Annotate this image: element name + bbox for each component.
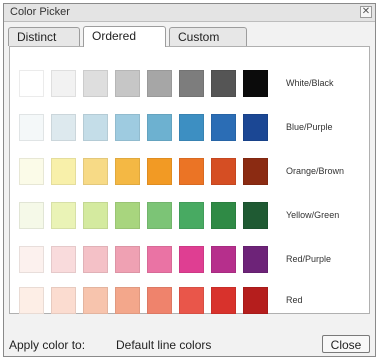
- tab-custom[interactable]: Custom: [169, 27, 247, 46]
- color-swatch[interactable]: [115, 202, 140, 229]
- apply-to-value[interactable]: Default line colors: [116, 338, 211, 352]
- row-label: White/Black: [286, 78, 334, 88]
- tab-label: Ordered: [92, 29, 137, 43]
- color-swatch[interactable]: [51, 246, 76, 273]
- color-swatch[interactable]: [51, 202, 76, 229]
- color-swatch[interactable]: [147, 246, 172, 273]
- tab-bar: Distinct Ordered Custom: [4, 22, 375, 47]
- tab-ordered[interactable]: Ordered: [83, 26, 166, 47]
- color-swatch[interactable]: [179, 114, 204, 141]
- row-label: Blue/Purple: [286, 122, 333, 132]
- color-grid: White/Black Blue/Purple Orange/Brown Yel…: [9, 46, 370, 314]
- row-label: Yellow/Green: [286, 210, 340, 220]
- row-label: Red/Purple: [286, 254, 332, 264]
- color-swatch[interactable]: [179, 202, 204, 229]
- color-swatch[interactable]: [115, 287, 140, 314]
- color-swatch[interactable]: [179, 287, 204, 314]
- color-swatch[interactable]: [51, 287, 76, 314]
- color-swatch[interactable]: [115, 158, 140, 185]
- color-swatch[interactable]: [115, 114, 140, 141]
- color-swatch[interactable]: [243, 246, 268, 273]
- window-title: Color Picker: [10, 6, 70, 18]
- color-swatch[interactable]: [147, 287, 172, 314]
- color-swatch[interactable]: [83, 246, 108, 273]
- color-swatch[interactable]: [19, 287, 44, 314]
- title-bar[interactable]: Color Picker ✕: [4, 4, 375, 22]
- color-swatch[interactable]: [51, 70, 76, 97]
- tab-distinct[interactable]: Distinct: [8, 27, 80, 46]
- color-swatch[interactable]: [83, 114, 108, 141]
- color-swatch[interactable]: [147, 114, 172, 141]
- apply-to-label: Apply color to:: [9, 338, 86, 352]
- color-swatch[interactable]: [211, 202, 236, 229]
- color-picker-window: Color Picker ✕ Distinct Ordered Custom W…: [3, 3, 376, 357]
- color-swatch[interactable]: [211, 114, 236, 141]
- close-button[interactable]: Close: [322, 335, 370, 353]
- row-label: Orange/Brown: [286, 166, 345, 176]
- color-swatch[interactable]: [147, 70, 172, 97]
- color-swatch[interactable]: [19, 70, 44, 97]
- color-swatch[interactable]: [147, 158, 172, 185]
- color-swatch[interactable]: [51, 158, 76, 185]
- color-swatch[interactable]: [83, 202, 108, 229]
- close-button-label: Close: [330, 338, 362, 352]
- color-swatch[interactable]: [243, 202, 268, 229]
- color-swatch[interactable]: [243, 158, 268, 185]
- color-swatch[interactable]: [19, 202, 44, 229]
- color-swatch[interactable]: [19, 246, 44, 273]
- color-swatch[interactable]: [19, 158, 44, 185]
- color-swatch[interactable]: [83, 158, 108, 185]
- close-icon[interactable]: ✕: [360, 6, 372, 18]
- color-swatch[interactable]: [179, 158, 204, 185]
- color-swatch[interactable]: [243, 114, 268, 141]
- color-swatch[interactable]: [51, 114, 76, 141]
- color-swatch[interactable]: [19, 114, 44, 141]
- color-swatch[interactable]: [83, 70, 108, 97]
- color-swatch[interactable]: [211, 158, 236, 185]
- color-swatch[interactable]: [147, 202, 172, 229]
- row-label: Red: [286, 295, 303, 305]
- color-swatch[interactable]: [211, 70, 236, 97]
- color-swatch[interactable]: [243, 287, 268, 314]
- color-swatch[interactable]: [115, 246, 140, 273]
- color-swatch[interactable]: [83, 287, 108, 314]
- color-swatch[interactable]: [179, 246, 204, 273]
- color-swatch[interactable]: [179, 70, 204, 97]
- color-swatch[interactable]: [211, 287, 236, 314]
- footer: Apply color to: Default line colors Clos…: [4, 316, 375, 356]
- color-swatch[interactable]: [115, 70, 140, 97]
- color-swatch[interactable]: [211, 246, 236, 273]
- color-swatch[interactable]: [243, 70, 268, 97]
- tab-label: Custom: [178, 30, 220, 44]
- tab-label: Distinct: [17, 30, 57, 44]
